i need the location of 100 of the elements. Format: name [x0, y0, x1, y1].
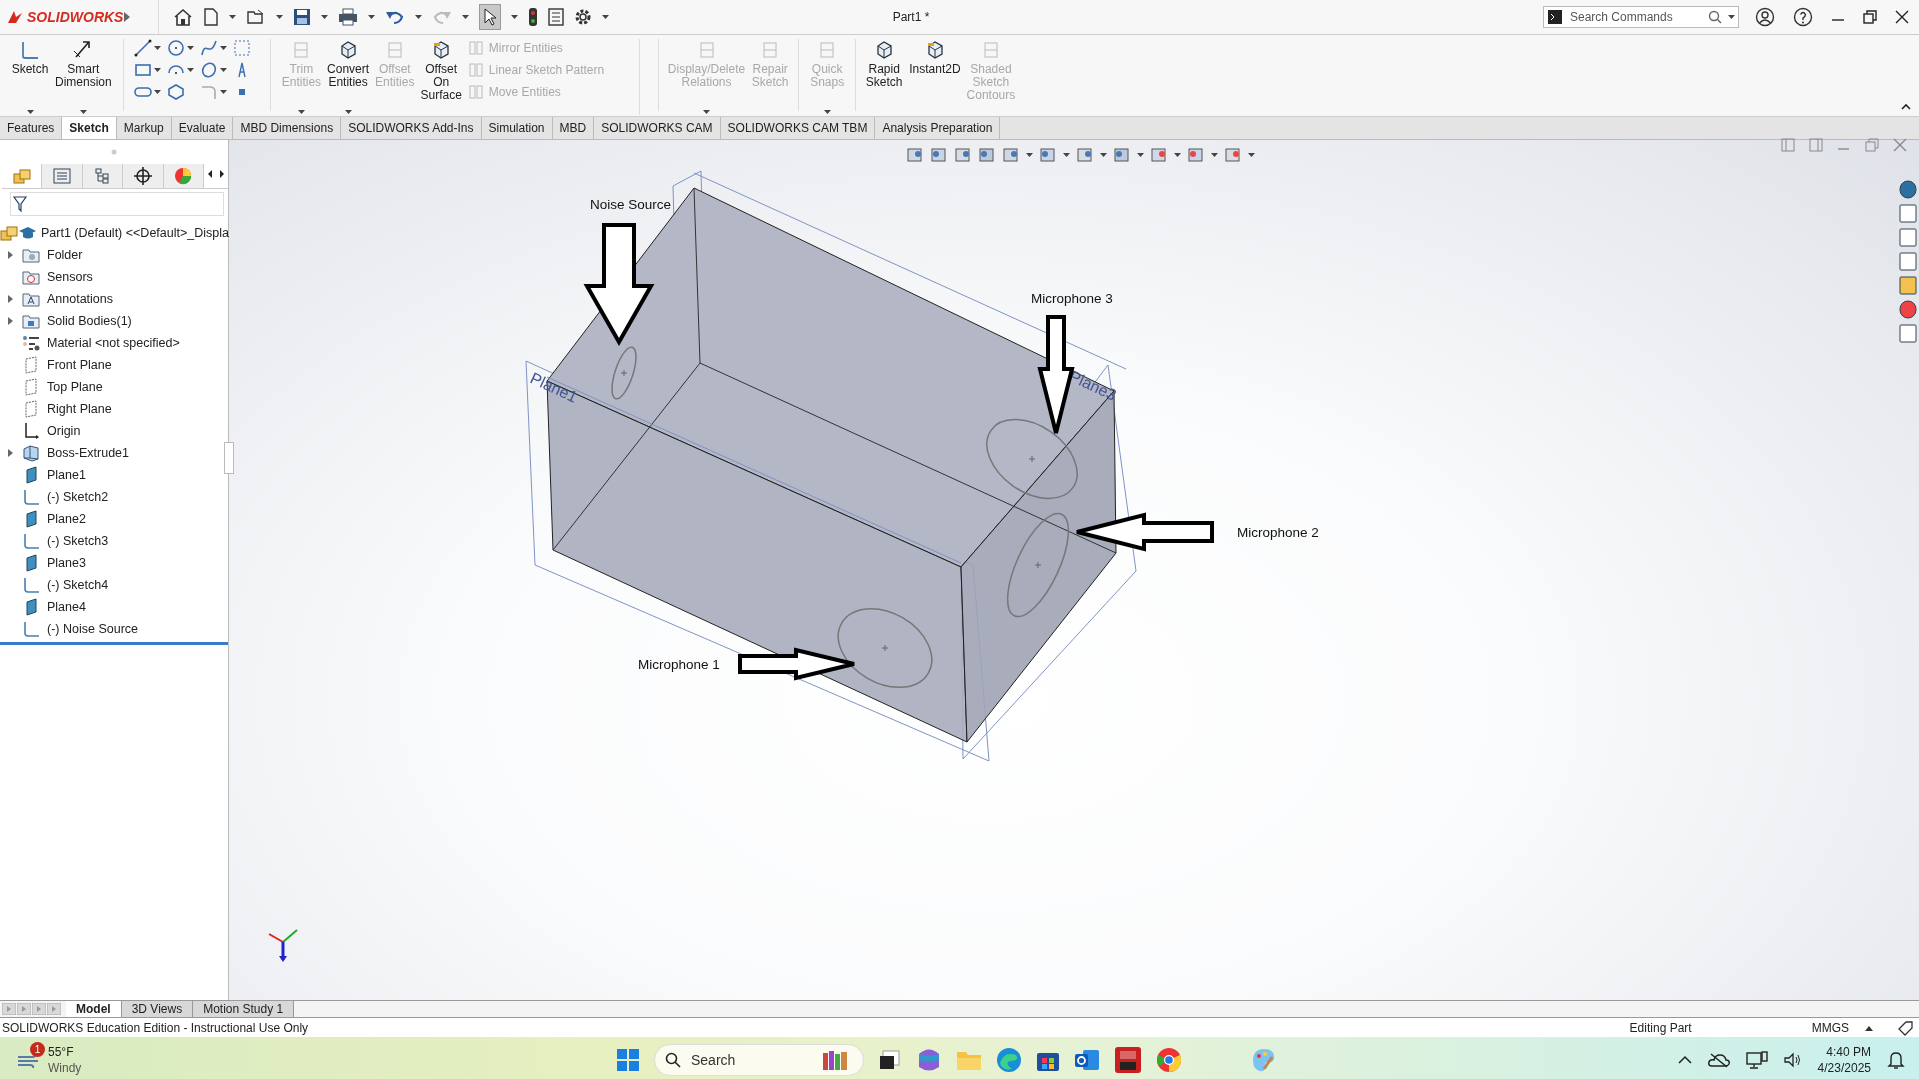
ribbon-button[interactable]: Instant2D	[906, 39, 964, 115]
caret-icon[interactable]	[219, 67, 227, 73]
line-icon[interactable]	[133, 39, 152, 57]
volume-icon[interactable]	[1783, 1052, 1802, 1068]
onedrive-icon[interactable]	[1707, 1052, 1730, 1068]
file-properties-icon[interactable]	[548, 8, 564, 26]
taskbar-search-field[interactable]: Search	[689, 1051, 813, 1069]
tree-item[interactable]: Sensors	[47, 270, 93, 284]
expand-arrow-icon[interactable]	[7, 251, 13, 259]
tree-item[interactable]: Annotations	[47, 292, 114, 306]
tree-item[interactable]: Plane3	[47, 556, 86, 570]
account-icon[interactable]	[1755, 7, 1775, 27]
panel-grip-icon[interactable]	[111, 149, 117, 155]
chrome-icon[interactable]	[1156, 1047, 1182, 1073]
caret-icon[interactable]	[1137, 152, 1144, 158]
tree-item[interactable]: (-) Sketch4	[47, 578, 109, 592]
bottom-tab[interactable]: Model	[66, 1001, 122, 1017]
caret-icon[interactable]	[602, 14, 609, 20]
tree-item[interactable]: Solid Bodies(1)	[47, 314, 132, 328]
display-manager-tab[interactable]	[163, 164, 205, 188]
tree-item[interactable]: (-) Noise Source	[47, 622, 138, 636]
caret-icon[interactable]	[1026, 152, 1033, 158]
bottom-tab[interactable]: 3D Views	[121, 1001, 194, 1017]
tag-icon[interactable]	[1897, 1019, 1913, 1036]
sketch-circle[interactable]	[986, 418, 1078, 500]
tree-item[interactable]: Boss-Extrude1	[47, 446, 129, 460]
taskbar-search-box[interactable]: Search	[654, 1044, 864, 1076]
circle-icon[interactable]	[166, 39, 185, 57]
box-model-drawing[interactable]	[525, 170, 1137, 762]
caret-icon[interactable]	[153, 67, 161, 73]
open-folder-icon[interactable]	[246, 8, 266, 26]
caret-icon[interactable]	[26, 110, 34, 115]
tree-item[interactable]: Front Plane	[47, 358, 112, 372]
dimxpert-tab[interactable]	[123, 164, 164, 188]
tree-item[interactable]: Folder	[47, 248, 83, 262]
command-tab[interactable]: Sketch	[62, 117, 117, 139]
solid-bodies-icon[interactable]	[22, 313, 40, 329]
configuration-manager-tab[interactable]	[82, 164, 124, 188]
close-icon[interactable]	[1895, 10, 1909, 24]
material-icon[interactable]	[22, 335, 40, 351]
tree-item[interactable]: (-) Sketch3	[47, 534, 109, 548]
ellipse-icon[interactable]	[199, 61, 218, 79]
edge-icon[interactable]	[996, 1047, 1022, 1073]
caret-icon[interactable]	[1100, 152, 1107, 158]
globe-icon[interactable]	[1899, 180, 1917, 199]
filter-field[interactable]	[10, 192, 224, 216]
expand-arrow-icon[interactable]	[7, 295, 13, 303]
tree-item[interactable]: Right Plane	[47, 402, 112, 416]
ribbon-button[interactable]: Convert Entities	[324, 39, 373, 115]
units-caret-icon[interactable]	[1865, 1024, 1873, 1031]
caret-icon[interactable]	[186, 67, 194, 73]
caret-icon[interactable]	[462, 14, 469, 20]
notifications-icon[interactable]	[1887, 1050, 1905, 1070]
show-hidden-icons-icon[interactable]	[1677, 1055, 1692, 1065]
polygon-icon[interactable]	[166, 83, 185, 101]
search-box[interactable]: Search Commands	[1543, 6, 1739, 28]
origin-icon[interactable]	[22, 422, 40, 440]
bottom-tab[interactable]: Motion Study 1	[193, 1001, 295, 1017]
traffic-light-icon[interactable]	[528, 7, 538, 27]
tree-item[interactable]: Plane2	[47, 512, 86, 526]
tree-item[interactable]: Material <not specified>	[47, 336, 180, 350]
annotations-icon[interactable]	[22, 291, 40, 307]
collapse-ribbon-icon[interactable]	[1901, 103, 1911, 110]
caret-icon[interactable]	[186, 45, 194, 51]
caret-icon[interactable]	[511, 14, 518, 20]
new-document-icon[interactable]	[203, 8, 219, 26]
units-selector[interactable]: MMGS	[1811, 1020, 1849, 1035]
help-icon[interactable]	[1793, 7, 1813, 27]
expand-arrow-icon[interactable]	[7, 317, 13, 325]
settings-icon[interactable]	[574, 8, 592, 26]
caret-icon[interactable]	[153, 45, 161, 51]
expand-arrow-icon[interactable]	[7, 449, 13, 457]
print-icon[interactable]	[338, 8, 358, 26]
tile-left-icon[interactable]	[1781, 138, 1795, 152]
clock-time[interactable]: 4:40 PM	[1826, 1044, 1871, 1060]
search-commands-field[interactable]: Search Commands	[1568, 9, 1702, 25]
caret-icon[interactable]	[1728, 14, 1735, 20]
ribbon-button[interactable]: Offset On Surface	[417, 39, 465, 115]
caret-icon[interactable]	[344, 110, 352, 115]
restore-icon[interactable]	[1863, 10, 1877, 24]
caret-icon[interactable]	[219, 45, 227, 51]
caret-icon[interactable]	[1248, 152, 1255, 158]
caret-icon[interactable]	[276, 14, 283, 20]
caret-icon[interactable]	[219, 89, 227, 95]
clock-date[interactable]: 4/23/2025	[1817, 1060, 1871, 1076]
tree-item[interactable]: Top Plane	[47, 380, 103, 394]
spline-icon[interactable]	[199, 39, 218, 57]
caret-icon[interactable]	[79, 110, 87, 115]
tree-item[interactable]: Origin	[47, 424, 81, 438]
network-icon[interactable]	[1745, 1051, 1768, 1069]
outlook-icon[interactable]	[1074, 1048, 1100, 1072]
caret-icon[interactable]	[321, 14, 328, 20]
tree-item[interactable]: Plane4	[47, 600, 86, 614]
caret-icon[interactable]	[1063, 152, 1070, 158]
tree-item[interactable]: Plane1	[47, 468, 86, 482]
caret-icon[interactable]	[415, 14, 422, 20]
part-icon[interactable]	[0, 225, 18, 241]
start-icon[interactable]	[616, 1048, 640, 1072]
ribbon-button[interactable]: Rapid Sketch	[862, 39, 907, 115]
ribbon-button[interactable]: Sketch	[8, 39, 52, 115]
